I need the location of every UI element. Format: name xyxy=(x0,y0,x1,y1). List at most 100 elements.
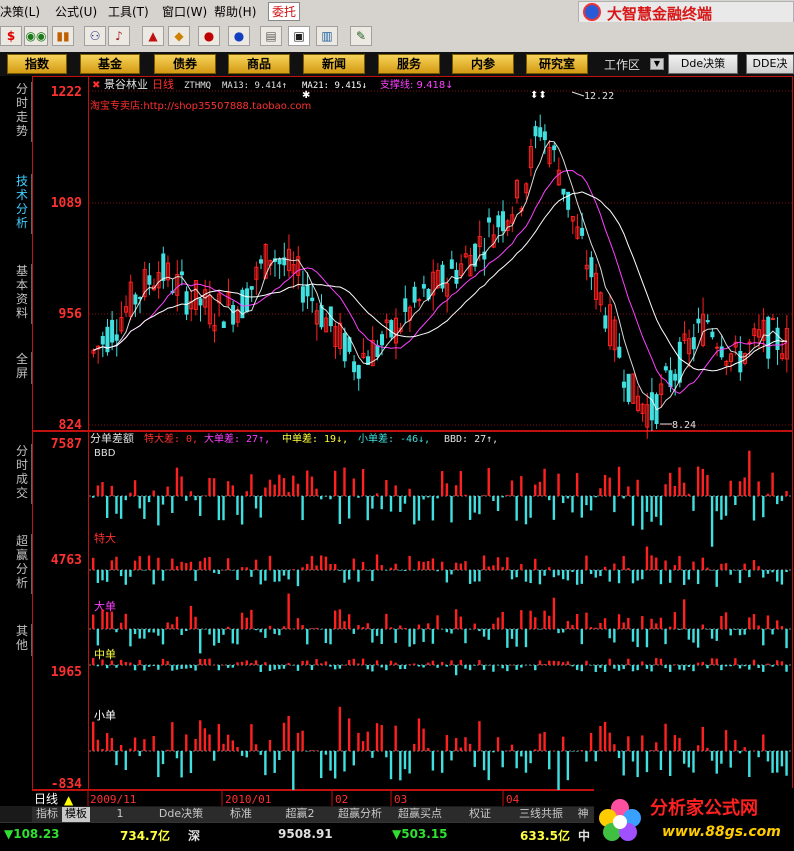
flow-bar xyxy=(664,629,667,645)
flow-bar xyxy=(534,749,537,751)
sidebar-tab-trades[interactable]: 分时成交 xyxy=(13,444,32,504)
nav-commodity-button[interactable]: 商品 xyxy=(228,54,290,74)
flow-bar xyxy=(441,751,444,773)
flow-bar xyxy=(771,665,774,667)
edit-icon[interactable]: ✎ xyxy=(350,26,372,46)
tab-standard[interactable]: 标准 xyxy=(212,807,271,822)
sidebar-tab-fundamentals[interactable]: 基本资料 xyxy=(13,264,32,324)
flow-bar xyxy=(101,659,104,665)
tab-three-line[interactable]: 三线共振 xyxy=(510,807,573,822)
dde-decision2-button[interactable]: DDE决 xyxy=(746,54,794,74)
sidebar-tab-technical[interactable]: 技术分析 xyxy=(13,174,32,234)
dollar-icon[interactable]: $ xyxy=(0,26,22,46)
flow-bar xyxy=(575,665,579,670)
flow-bar xyxy=(715,629,718,641)
dde-decision-button[interactable]: Dde决策 xyxy=(668,54,738,74)
flow-bar xyxy=(403,570,407,571)
flow-bar xyxy=(580,665,583,672)
flow-bar xyxy=(245,660,248,665)
nav-index-button[interactable]: 指数 xyxy=(7,54,67,74)
nav-bond-button[interactable]: 债券 xyxy=(154,54,216,74)
flow-bar xyxy=(436,496,439,499)
books-icon[interactable]: ▥ xyxy=(316,26,338,46)
flow-bar xyxy=(320,555,323,570)
red-circle-icon[interactable]: ● xyxy=(198,26,220,46)
nav-news-button[interactable]: 新闻 xyxy=(303,54,365,74)
tab-dde[interactable]: Dde决策 xyxy=(150,807,213,822)
chart-up-icon[interactable]: ▲ xyxy=(142,26,164,46)
document-icon[interactable]: ▤ xyxy=(260,26,282,46)
bars-icon[interactable]: ▮▮ xyxy=(52,26,74,46)
candle-body xyxy=(375,345,380,358)
nav-research-button[interactable]: 研究室 xyxy=(526,54,588,74)
candle-body xyxy=(421,284,426,289)
flow-bar xyxy=(720,615,723,629)
candle-body xyxy=(147,275,152,285)
glasses-icon[interactable]: ◉◉ xyxy=(24,26,48,46)
diamond-icon[interactable]: ◆ xyxy=(168,26,190,46)
candle-body xyxy=(310,297,315,302)
flow-bar xyxy=(226,734,230,751)
shop-link[interactable]: 淘宝专卖店:http://shop35507888.taobao.com xyxy=(90,99,311,112)
menu-decision[interactable]: 决策(L) xyxy=(0,3,40,20)
menu-trade[interactable]: 委托 xyxy=(268,2,301,21)
flow-bar xyxy=(561,662,565,665)
flow-bar xyxy=(627,617,630,629)
flow-bar xyxy=(459,471,463,496)
candle-body xyxy=(552,145,557,151)
flow-bar xyxy=(580,496,583,518)
window-icon[interactable]: ▣ xyxy=(288,26,310,46)
tab-indicator[interactable]: 指标 xyxy=(32,807,63,822)
tab-god[interactable]: 神 xyxy=(572,807,595,822)
sidebar-tab-fullscreen[interactable]: 全屏 xyxy=(13,352,32,384)
flow-bar xyxy=(408,555,411,570)
flow-bar xyxy=(678,555,681,570)
flow-bar xyxy=(417,718,421,751)
sub-tick-label: -834 xyxy=(51,777,82,792)
menu-tools[interactable]: 工具(T) xyxy=(108,3,149,20)
flow-bar xyxy=(236,570,239,580)
tab-superwin-buy[interactable]: 超赢买点 xyxy=(390,807,451,822)
tab-superwin2[interactable]: 超赢2 xyxy=(270,807,331,822)
flow-bar xyxy=(296,618,300,629)
flow-bar xyxy=(748,617,751,629)
flow-bar xyxy=(436,665,439,668)
tab-1[interactable]: 1 xyxy=(90,807,151,822)
bell-icon[interactable]: ♪ xyxy=(108,26,130,46)
menu-window[interactable]: 窗口(W) xyxy=(162,3,207,20)
candle-body xyxy=(677,341,682,383)
flow-bar xyxy=(710,570,714,571)
tab-warrant[interactable]: 权证 xyxy=(450,807,511,822)
flow-bar xyxy=(585,612,588,629)
flow-bar xyxy=(496,557,500,570)
nav-service-button[interactable]: 服务 xyxy=(378,54,440,74)
triangle-up-icon[interactable]: ▲ xyxy=(64,793,74,806)
flow-bar xyxy=(724,665,728,667)
flow-bar xyxy=(152,735,155,751)
nav-insider-button[interactable]: 内参 xyxy=(452,54,514,74)
flow-bar xyxy=(613,744,616,751)
flow-bar xyxy=(757,751,760,758)
blue-circle-icon[interactable]: ● xyxy=(228,26,250,46)
sidebar-tab-intraday[interactable]: 分时走势 xyxy=(13,82,32,142)
date-label: 2009/11 xyxy=(90,793,136,806)
nav-fund-button[interactable]: 基金 xyxy=(80,54,140,74)
flow-bar xyxy=(273,751,276,773)
binoculars-icon[interactable]: ⚇ xyxy=(84,26,106,46)
chart-close-icon[interactable]: ✖ xyxy=(92,80,100,91)
sidebar-tab-other[interactable]: 其他 xyxy=(13,624,32,656)
flow-bar xyxy=(552,496,556,520)
flow-bar xyxy=(482,555,486,570)
flow-bar xyxy=(310,476,314,496)
tab-superwin-analysis[interactable]: 超赢分析 xyxy=(330,807,391,822)
flow-bar xyxy=(501,665,504,669)
menu-formula[interactable]: 公式(U) xyxy=(55,3,97,20)
flow-bar xyxy=(185,563,188,570)
workspace-dropdown-icon[interactable]: ▼ xyxy=(650,58,664,70)
flow-bar xyxy=(571,624,574,629)
flow-bar xyxy=(482,665,486,670)
flow-bar xyxy=(645,629,649,648)
sidebar-tab-superwin[interactable]: 超赢分析 xyxy=(13,534,32,594)
tab-template[interactable]: 模板 xyxy=(62,807,91,822)
menu-help[interactable]: 帮助(H) xyxy=(214,3,256,20)
